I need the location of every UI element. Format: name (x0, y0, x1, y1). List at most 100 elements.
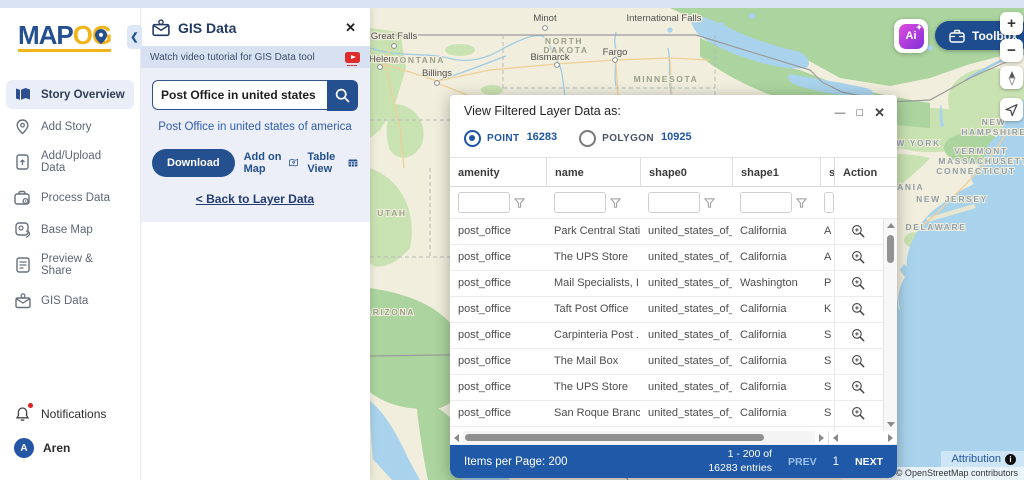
vertical-scroll-thumb[interactable] (887, 235, 894, 263)
sidebar-item-label: Process Data (41, 191, 111, 204)
row-zoom-action-button[interactable] (834, 271, 882, 296)
panel-title: GIS Data (178, 20, 237, 36)
cell-amenity: post_office (458, 225, 512, 237)
logo[interactable]: MAPOG (0, 8, 140, 62)
sidebar-item-add-upload-data[interactable]: Add/Upload Data (6, 144, 134, 180)
sidebar-item-add-story[interactable]: Add Story (6, 112, 134, 141)
zoom-out-button[interactable]: − (1000, 39, 1023, 62)
scroll-right-arrow[interactable] (888, 433, 893, 442)
filter-input-shape0[interactable] (648, 192, 700, 213)
minimize-icon[interactable]: — (834, 107, 845, 119)
search-button[interactable] (327, 80, 358, 111)
cell-shape1: California (732, 427, 820, 431)
radio-point[interactable]: POINT 16283 (464, 130, 557, 147)
filter-funnel-icon[interactable] (796, 197, 807, 208)
row-zoom-action-button[interactable] (834, 375, 882, 400)
filter-input-amenity[interactable] (458, 192, 510, 213)
horizontal-scroll-track[interactable] (463, 431, 815, 445)
radio-polygon[interactable]: POLYGON 10925 (579, 130, 692, 147)
locate-button[interactable] (1000, 98, 1023, 121)
filtered-layer-data-modal: View Filtered Layer Data as: — □ ✕ POINT… (450, 95, 897, 478)
horizontal-scroll-thumb[interactable] (465, 434, 765, 442)
map-label-new-jersey: NEW JERSEY (916, 194, 988, 204)
scroll-right-arrow[interactable] (815, 431, 828, 444)
items-per-page-label: Items per Page: 200 (464, 455, 568, 468)
gis-search-input[interactable] (152, 80, 327, 110)
sidebar-collapse-button[interactable]: ❮ (127, 25, 142, 49)
column-header: shape1 (732, 158, 820, 186)
filter-input-shape1[interactable] (740, 192, 792, 213)
row-zoom-action-button[interactable] (834, 349, 882, 374)
top-strip (0, 0, 1024, 8)
compass-needle-icon (1007, 70, 1016, 86)
sidebar-item-base-map[interactable]: Base Map (6, 215, 134, 244)
cell-shape1: Washington (740, 277, 798, 289)
filter-input-name[interactable] (554, 192, 606, 213)
prev-page-button[interactable]: PREV (788, 456, 817, 468)
radio-polygon-dot (579, 130, 597, 147)
table-row: post_office Mail Specialists, I... unite… (450, 271, 884, 297)
back-to-layer-data-link[interactable]: < Back to Layer Data (152, 192, 358, 206)
gis-data-panel: GIS Data ✕ Watch video tutorial for GIS … (140, 8, 370, 480)
ai-tool-button[interactable]: Ai ✦ (894, 19, 928, 53)
scroll-left-arrow[interactable] (833, 433, 838, 442)
panel-close-button[interactable]: ✕ (343, 20, 358, 36)
filter-funnel-icon[interactable] (704, 197, 715, 208)
column-header: amenity (458, 167, 500, 179)
row-zoom-action-button[interactable] (834, 297, 882, 322)
row-zoom-action-button[interactable] (834, 245, 882, 270)
base-map-icon (14, 221, 31, 238)
next-page-button[interactable]: NEXT (855, 456, 883, 468)
cell-shape2: A (824, 225, 832, 237)
user-profile-item[interactable]: A Aren (14, 430, 126, 466)
current-page-number[interactable]: 1 (833, 456, 839, 468)
scroll-up-arrow[interactable] (886, 223, 895, 228)
cell-amenity: post_office (458, 303, 512, 315)
sidebar-item-label: Add Story (41, 120, 92, 133)
locate-arrow-icon (1005, 104, 1018, 117)
download-button[interactable]: Download (152, 149, 235, 177)
cell-amenity: post_office (458, 407, 512, 419)
row-zoom-action-button[interactable] (834, 323, 882, 348)
column-header: Action (834, 158, 882, 186)
sidebar-item-story-overview[interactable]: Story Overview (6, 80, 134, 109)
row-zoom-action-button[interactable] (834, 401, 882, 426)
sidebar-menu: Story Overview Add Story Add/Upload Data… (0, 80, 140, 315)
row-zoom-action-button[interactable] (834, 427, 882, 432)
filter-input-shape2[interactable] (824, 192, 834, 213)
notifications-item[interactable]: Notifications (14, 397, 126, 430)
geometry-type-radios: POINT 16283 POLYGON 10925 (450, 121, 897, 158)
table-row: post_office Park Central Stati... united… (450, 219, 884, 245)
table-row: post_office Taft Post Office united_stat… (450, 297, 884, 323)
add-story-icon (14, 118, 31, 135)
cell-shape1: California (740, 251, 787, 263)
radio-polygon-label: POLYGON (602, 133, 655, 144)
add-on-map-button[interactable]: Add on Map (244, 151, 299, 175)
map-zoom-controls: + − (1000, 12, 1024, 121)
maximize-icon[interactable]: □ (856, 107, 863, 119)
map-label-montana: MONTANA (391, 55, 445, 65)
gis-search-section: Post Office in united states of america … (140, 68, 370, 222)
scroll-down-arrow[interactable] (886, 422, 895, 428)
filter-funnel-icon[interactable] (610, 197, 621, 208)
zoom-in-button[interactable]: + (1000, 12, 1023, 35)
compass-button[interactable] (1000, 66, 1023, 89)
cell-shape0: united_states_of_... (648, 407, 732, 419)
sidebar-item-gis-data[interactable]: GIS Data (6, 286, 134, 315)
tutorial-link[interactable]: Watch video tutorial for GIS Data tool (140, 46, 370, 68)
sidebar-item-process-data[interactable]: Process Data (6, 183, 134, 212)
table-view-button[interactable]: Table View (307, 151, 358, 175)
sidebar-item-label: Add/Upload Data (41, 150, 102, 174)
scroll-left-arrow[interactable] (450, 431, 463, 444)
search-result-link[interactable]: Post Office in united states of america (152, 121, 358, 133)
close-icon[interactable]: ✕ (874, 105, 885, 121)
map-label-utah: UTAH (377, 208, 406, 218)
map-label-minot: Minot (533, 13, 557, 24)
sidebar-item-label: Preview & Share (41, 253, 93, 277)
row-zoom-action-button[interactable] (834, 219, 882, 244)
sidebar-item-preview-share[interactable]: Preview & Share (6, 247, 134, 283)
vertical-scrollbar[interactable] (883, 219, 897, 432)
filter-funnel-icon[interactable] (514, 197, 525, 208)
add-on-map-label: Add on Map (243, 151, 282, 175)
attribution-toggle[interactable]: Attribution i (941, 451, 1024, 467)
